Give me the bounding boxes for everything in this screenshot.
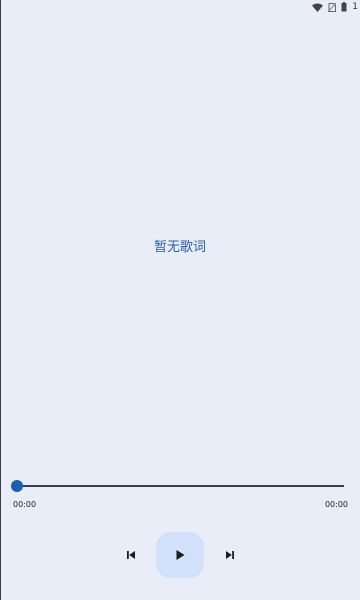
sim-off-icon [328, 2, 337, 12]
status-time: 1 [352, 2, 358, 12]
progress-track[interactable] [17, 485, 344, 487]
battery-icon [341, 2, 347, 12]
play-button[interactable] [156, 532, 204, 578]
lyrics-placeholder: 暂无歌词 [153, 240, 206, 255]
next-icon [225, 550, 235, 560]
play-icon [174, 549, 186, 561]
wifi-icon [312, 3, 324, 12]
previous-button[interactable] [120, 545, 142, 565]
elapsed-time: 00:00 [13, 500, 37, 509]
previous-icon [126, 550, 136, 560]
status-bar: 1 [312, 0, 360, 14]
window-edge [0, 0, 1, 600]
playback-controls [0, 532, 360, 578]
next-button[interactable] [219, 545, 241, 565]
progress-thumb[interactable] [11, 480, 23, 492]
total-time: 00:00 [324, 500, 348, 509]
